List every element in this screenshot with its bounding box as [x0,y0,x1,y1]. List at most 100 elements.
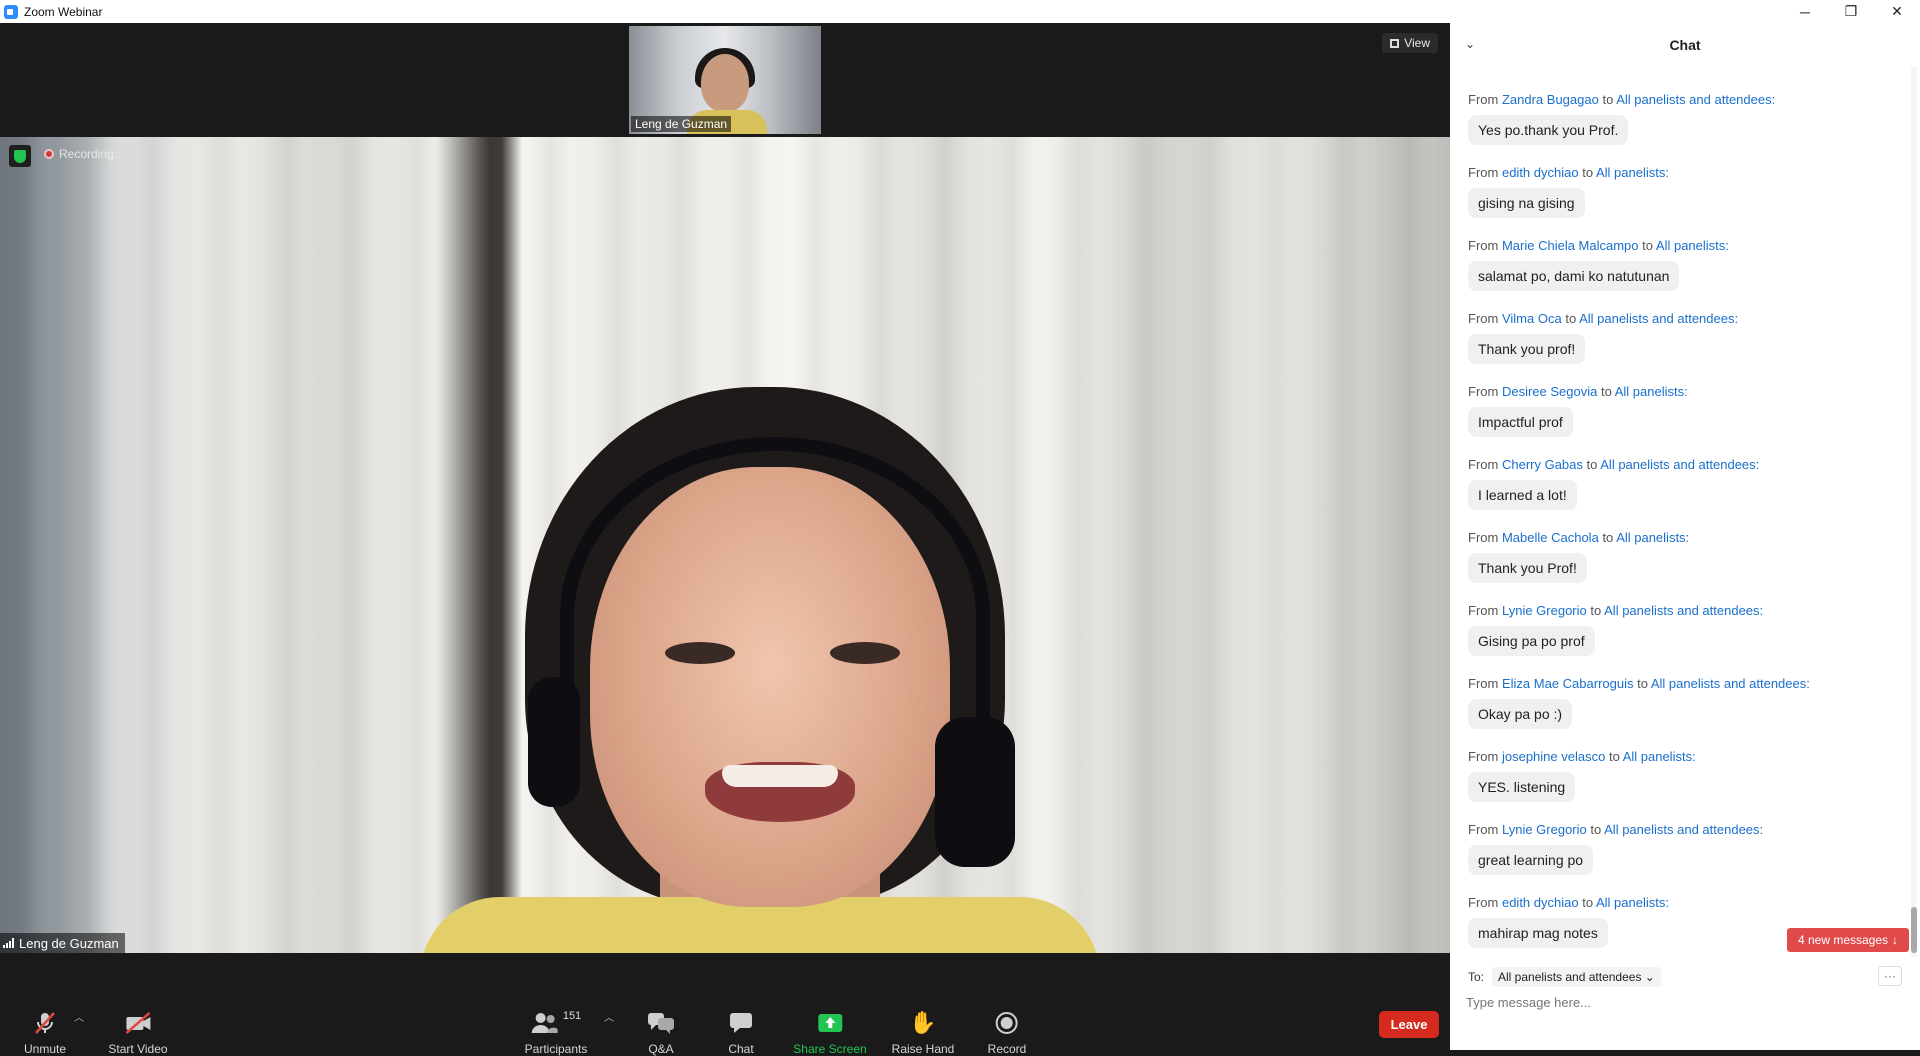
new-messages-button[interactable]: 4 new messages ↓ [1787,928,1909,952]
message-header: From Marie Chiela Malcampo to All paneli… [1468,238,1729,253]
from-prefix: From [1468,822,1499,837]
chat-scrollbar[interactable] [1911,67,1917,957]
sender-name[interactable]: edith dychiao [1502,165,1579,180]
sender-name[interactable]: Mabelle Cachola [1502,530,1599,545]
from-prefix: From [1468,384,1499,399]
from-prefix: From [1468,676,1499,691]
meeting-toolbar [0,953,1450,1050]
view-button[interactable]: View [1382,33,1438,53]
sender-name[interactable]: Lynie Gregorio [1502,603,1587,618]
start-video-button[interactable]: Start Video [108,1010,168,1056]
sender-name[interactable]: edith dychiao [1502,895,1579,910]
from-prefix: From [1468,895,1499,910]
restore-button[interactable]: ❐ [1828,0,1874,23]
message-input[interactable] [1466,987,1896,1017]
sender-name[interactable]: Cherry Gabas [1502,457,1583,472]
unmute-button[interactable]: Unmute [24,1010,66,1056]
chevron-down-icon: ⌄ [1644,970,1655,984]
recipient-name[interactable]: All panelists: [1615,384,1688,399]
qa-label: Q&A [648,1042,674,1056]
headset-right-ear [935,717,1015,867]
to-word: to [1602,92,1614,107]
chat-message: From Mabelle Cachola to All panelists: T… [1468,530,1689,583]
message-text: Thank you prof! [1468,334,1586,364]
participants-label: Participants [524,1042,588,1056]
sender-name[interactable]: Marie Chiela Malcampo [1502,238,1639,253]
leave-button[interactable]: Leave [1379,1011,1439,1038]
from-prefix: From [1468,92,1499,107]
to-word: to [1565,311,1577,326]
start-video-label: Start Video [108,1042,168,1056]
message-text: Okay pa po :) [1468,699,1573,729]
recipient-name[interactable]: All panelists: [1623,749,1696,764]
message-header: From josephine velasco to All panelists: [1468,749,1696,764]
chat-button[interactable]: Chat [728,1010,754,1056]
participants-button[interactable]: 151 Participants [525,1010,588,1056]
recipient-name[interactable]: All panelists: [1616,530,1689,545]
message-header: From Eliza Mae Cabarroguis to All paneli… [1468,676,1810,691]
raise-hand-label: Raise Hand [891,1042,955,1056]
message-text: great learning po [1468,845,1594,875]
message-text: Gising pa po prof [1468,626,1595,656]
message-text: mahirap mag notes [1468,918,1608,948]
participants-options-caret-icon[interactable]: ︿ [604,1009,614,1024]
message-text: I learned a lot! [1468,480,1577,510]
to-word: to [1582,895,1594,910]
recipient-name[interactable]: All panelists: [1656,238,1729,253]
qa-button[interactable]: Q&A [647,1010,675,1056]
close-button[interactable]: ✕ [1874,0,1920,23]
sender-name[interactable]: Desiree Segovia [1502,384,1597,399]
video-area: Leng de Guzman View Recording... Leng de… [0,23,1450,953]
message-text: Thank you Prof! [1468,553,1587,583]
record-button[interactable]: Record [987,1010,1027,1056]
message-header: From Lynie Gregorio to All panelists and… [1468,822,1763,837]
muted-mic-icon [32,1010,58,1036]
signal-strength-icon [3,938,14,948]
chat-message: From Cherry Gabas to All panelists and a… [1468,457,1759,510]
recipient-name[interactable]: All panelists and attendees: [1579,311,1738,326]
message-header: From Zandra Bugagao to All panelists and… [1468,92,1775,107]
zoom-app-icon [4,4,18,19]
sender-name[interactable]: Eliza Mae Cabarroguis [1502,676,1634,691]
recipient-name[interactable]: All panelists and attendees: [1616,92,1775,107]
share-screen-icon [817,1010,843,1036]
sender-name[interactable]: josephine velasco [1502,749,1605,764]
recipient-selector-row: To: All panelists and attendees ⌄ [1468,967,1661,987]
encryption-shield-icon[interactable] [9,145,31,167]
message-text: Impactful prof [1468,407,1573,437]
message-header: From edith dychiao to All panelists: [1468,895,1669,910]
sender-name[interactable]: Lynie Gregorio [1502,822,1587,837]
video-off-icon [123,1010,153,1036]
thumbnail-name: Leng de Guzman [631,116,732,132]
scrollbar-thumb[interactable] [1911,907,1917,953]
recipient-name[interactable]: All panelists: [1596,165,1669,180]
to-word: to [1590,822,1602,837]
participant-thumbnail[interactable]: Leng de Guzman [629,26,821,134]
minimize-button[interactable]: ─ [1782,0,1828,23]
from-prefix: From [1468,603,1499,618]
chat-message: From Zandra Bugagao to All panelists and… [1468,92,1775,145]
new-messages-label: 4 new messages [1797,933,1889,947]
from-prefix: From [1468,311,1499,326]
message-text: Yes po.thank you Prof. [1468,115,1629,145]
share-screen-button[interactable]: Share Screen [793,1010,867,1056]
more-options-button[interactable]: ··· [1878,966,1902,986]
record-label: Record [987,1042,1027,1056]
speaker-video: Recording... Leng de Guzman [0,137,1450,953]
chat-message-list[interactable]: From Zandra Bugagao to All panelists and… [1450,67,1910,957]
recipient-name[interactable]: All panelists and attendees: [1604,603,1763,618]
sender-name[interactable]: Zandra Bugagao [1502,92,1599,107]
recipient-name[interactable]: All panelists and attendees: [1600,457,1759,472]
recipient-dropdown[interactable]: All panelists and attendees ⌄ [1492,967,1661,987]
recipient-name[interactable]: All panelists and attendees: [1651,676,1810,691]
to-word: to [1642,238,1653,253]
audio-options-caret-icon[interactable]: ︿ [74,1009,84,1024]
message-header: From Cherry Gabas to All panelists and a… [1468,457,1759,472]
chat-message: From Desiree Segovia to All panelists: I… [1468,384,1688,437]
raise-hand-button[interactable]: ✋ Raise Hand [892,1010,955,1056]
recipient-name[interactable]: All panelists: [1596,895,1669,910]
unmute-label: Unmute [23,1042,67,1056]
chat-title: Chat [1669,37,1701,53]
recipient-name[interactable]: All panelists and attendees: [1604,822,1763,837]
sender-name[interactable]: Vilma Oca [1502,311,1562,326]
